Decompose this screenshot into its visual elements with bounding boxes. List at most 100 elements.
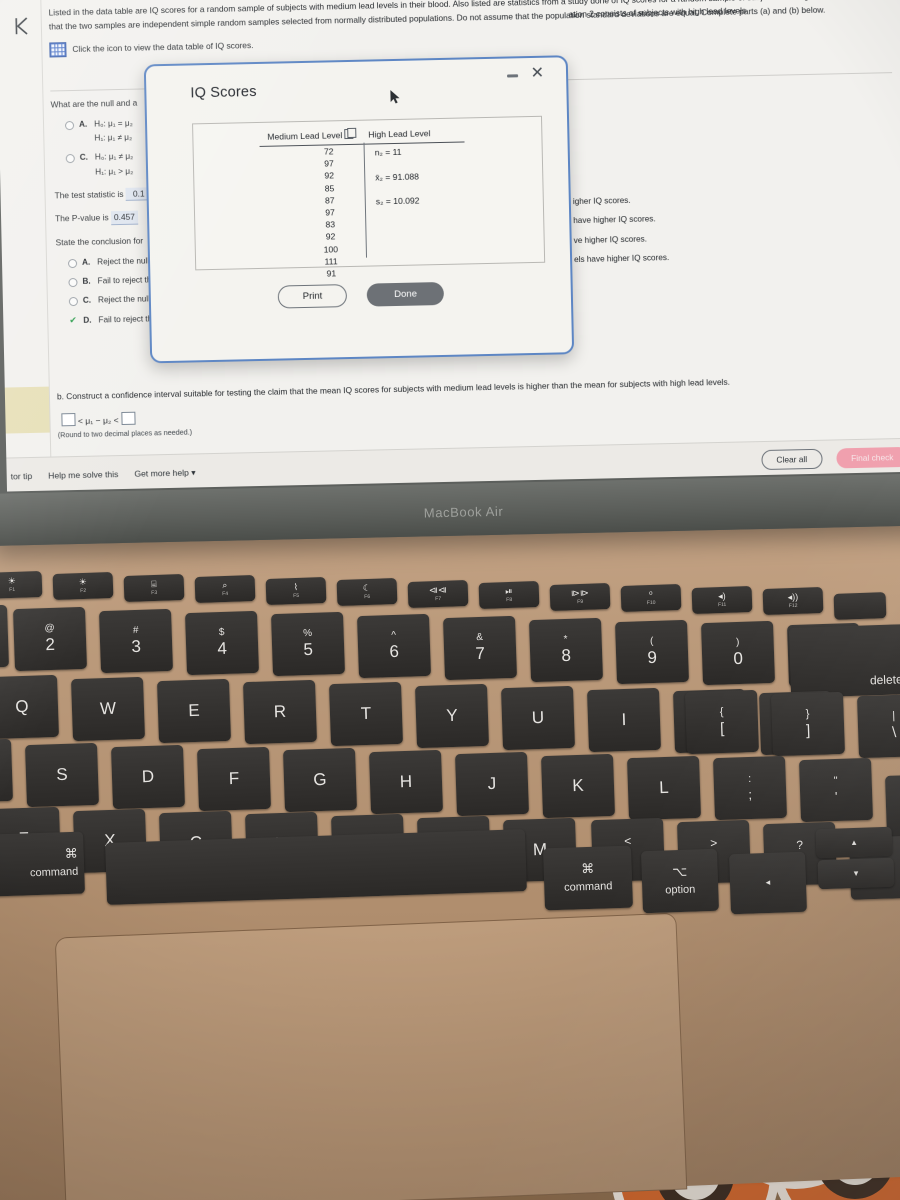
key-F1[interactable]: ☀ F1 — [0, 571, 43, 599]
key-legend: D — [141, 766, 155, 787]
fn-glyph: ᵒ — [648, 588, 653, 599]
ci-upper-input[interactable] — [120, 411, 136, 425]
key-F4[interactable]: ⌕ F4 — [194, 575, 256, 604]
radio-icon[interactable] — [67, 258, 78, 268]
get-more-help-link[interactable]: Get more help ▾ — [134, 466, 195, 480]
tutor-tip-link[interactable]: tor tip — [11, 470, 33, 483]
key-S[interactable]: S — [24, 742, 100, 808]
key-arrow-up[interactable]: ▴ — [815, 826, 893, 859]
key-arrow-down[interactable]: ▾ — [817, 857, 895, 890]
key-D[interactable]: D — [110, 744, 186, 809]
key-8[interactable]: * 8 — [528, 617, 604, 682]
key-quote[interactable]: " ' — [798, 757, 874, 822]
key-9[interactable]: (9 — [614, 619, 690, 684]
key-top-legend: % — [303, 628, 313, 640]
radio-icon[interactable] — [64, 120, 75, 130]
key-F3[interactable]: ⌸ F3 — [123, 573, 185, 602]
trackpad[interactable] — [54, 912, 688, 1200]
key-R[interactable]: R — [242, 680, 318, 745]
key-A[interactable]: A — [0, 738, 14, 804]
arrow-down-icon: ▾ — [853, 867, 859, 878]
ci-expression: < μ₁ − μ₂ < — [77, 414, 119, 426]
table-grid-icon[interactable] — [49, 42, 67, 58]
key-2[interactable]: @2 — [12, 606, 88, 672]
hypothesis-alt: H₁: μ₁ > μ₂ — [95, 166, 134, 177]
key-[[interactable]: {[ — [684, 689, 760, 755]
check-icon: ✔ — [69, 314, 77, 325]
key-F10[interactable]: ᵒ F10 — [620, 584, 682, 613]
option-glyph: ⌥ — [671, 864, 688, 880]
close-icon[interactable]: ✕ — [530, 65, 544, 82]
key-7[interactable]: & 7 — [442, 615, 518, 681]
key-power[interactable] — [833, 592, 887, 620]
key-F8[interactable]: ⏯ F8 — [478, 581, 540, 610]
key-F6[interactable]: ☾ F6 — [336, 578, 398, 607]
key-F5[interactable]: ⌇ F5 — [265, 576, 327, 605]
laptop-lid: MacBook Air Listed in the data table are… — [0, 0, 900, 546]
key-3[interactable]: #3 — [98, 608, 174, 673]
key-semicolon[interactable]: :; — [712, 755, 788, 821]
key-4[interactable]: $4 — [184, 610, 260, 675]
key-F[interactable]: F — [196, 746, 272, 811]
minimize-icon[interactable] — [507, 74, 519, 78]
high-lead-stat: s₂ = 10.092 — [375, 195, 420, 207]
key-U[interactable]: U — [500, 685, 576, 750]
key-H[interactable]: H — [368, 750, 444, 815]
radio-icon[interactable] — [65, 154, 75, 164]
key-F11[interactable]: ◂) F11 — [691, 585, 753, 614]
key-F12[interactable]: ◂)) F12 — [762, 586, 824, 615]
done-button[interactable]: Done — [366, 281, 445, 307]
key-T[interactable]: T — [328, 682, 404, 747]
copy-icon[interactable] — [344, 128, 354, 140]
key-\[interactable]: | \ — [856, 693, 900, 758]
radio-icon[interactable] — [68, 297, 79, 307]
data-table-link-label[interactable]: Click the icon to view the data table of… — [72, 39, 253, 56]
chevron-down-icon: ▾ — [191, 467, 196, 478]
key-top-legend: ^ — [391, 630, 397, 642]
option-text: Fail to reject the — [98, 313, 157, 325]
key-legend: T — [360, 704, 372, 724]
iq-scores-dialog[interactable]: IQ Scores ✕ Medium Lead Level High Lead … — [143, 55, 575, 364]
key-top-legend: ( — [649, 635, 654, 647]
key-option-right[interactable]: ⌥ option — [640, 848, 720, 914]
arrow-up-icon: ▴ — [851, 836, 857, 847]
key-legend: G — [313, 770, 327, 790]
skip-back-icon[interactable] — [7, 11, 38, 42]
key-legend: S — [56, 764, 68, 785]
conclusion-option-tail: ve higher IQ scores. — [573, 234, 648, 245]
key-legend: W — [99, 698, 117, 719]
key-top-legend: * — [563, 634, 568, 646]
key-5[interactable]: % 5 — [270, 612, 346, 677]
ci-lower-input[interactable] — [61, 412, 76, 426]
key-J[interactable]: J — [454, 751, 530, 817]
key-top-legend: ) — [735, 637, 740, 649]
key-arrow-left[interactable]: ◂ — [729, 851, 807, 915]
help-me-solve-this-link[interactable]: Help me solve this — [48, 468, 118, 482]
key-Q[interactable]: Q — [0, 674, 60, 740]
key-F2[interactable]: ☀ F2 — [52, 572, 114, 601]
key-command-right[interactable]: ⌘ command — [542, 845, 634, 911]
p-value-value[interactable]: 0.457 — [110, 211, 139, 226]
fn-glyph: ⧏⧏ — [428, 584, 448, 595]
print-button[interactable]: Print — [277, 284, 348, 309]
key-0[interactable]: ) 0 — [700, 621, 776, 686]
key-][interactable]: }] — [770, 691, 846, 756]
key-Y[interactable]: Y — [414, 683, 490, 749]
radio-icon[interactable] — [68, 277, 78, 288]
key-L[interactable]: L — [626, 755, 702, 820]
key-command-left[interactable]: ⌘ command — [0, 831, 86, 897]
final-check-button[interactable]: Final check — [835, 446, 900, 469]
key-delete[interactable]: delete — [788, 624, 900, 698]
key-K[interactable]: K — [540, 753, 616, 818]
key-F9[interactable]: ⧐⧐ F9 — [549, 582, 611, 611]
dialog-buttons: Print Done — [151, 279, 571, 311]
key-I[interactable]: I — [586, 687, 662, 752]
key-6[interactable]: ^ 6 — [356, 614, 432, 679]
key-E[interactable]: E — [156, 678, 232, 743]
fn-glyph: ⌇ — [293, 581, 299, 592]
option-text: Fail to reject the — [97, 275, 156, 286]
key-F7[interactable]: ⧏⧏ F7 — [407, 579, 469, 608]
key-W[interactable]: W — [70, 676, 146, 741]
clear-all-button[interactable]: Clear all — [761, 448, 823, 471]
key-G[interactable]: G — [282, 748, 358, 813]
